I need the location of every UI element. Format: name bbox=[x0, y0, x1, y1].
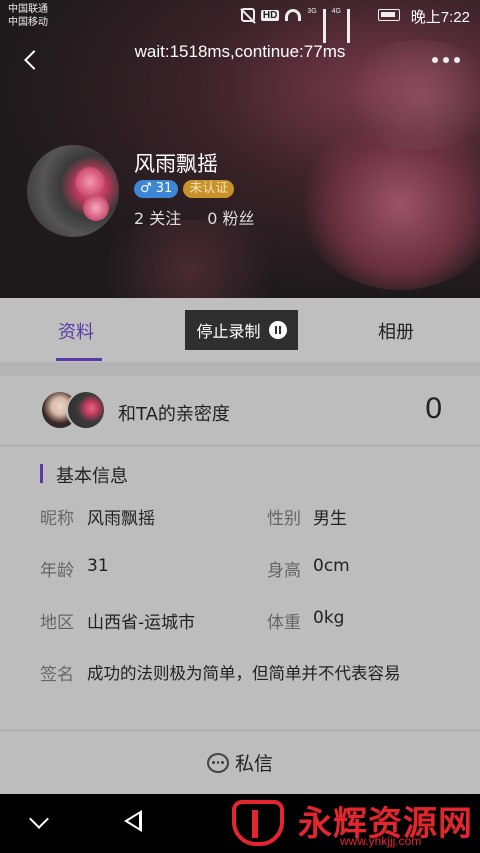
intimacy-label: 和TA的亲密度 bbox=[118, 404, 230, 425]
region-value: 山西省-运城市 bbox=[87, 613, 196, 633]
wifi-icon bbox=[285, 9, 302, 21]
section-title: 基本信息 bbox=[56, 466, 128, 487]
avatar[interactable] bbox=[27, 145, 119, 237]
mute-icon bbox=[240, 8, 255, 22]
verify-status-badge: 未认证 bbox=[183, 180, 235, 198]
watermark-url: www.yhkjjj.com bbox=[340, 834, 422, 848]
height-label: 身高 bbox=[267, 561, 301, 581]
stop-recording-label: 停止录制 bbox=[196, 322, 261, 341]
pause-icon bbox=[268, 321, 287, 339]
status-bar: 中国联通 中国移动 HD 3G 4G 晚上7:22 bbox=[0, 0, 480, 43]
nav-back-icon[interactable] bbox=[124, 810, 142, 832]
signature-label: 签名 bbox=[40, 665, 74, 685]
nickname-label: 昵称 bbox=[40, 509, 74, 529]
more-button[interactable] bbox=[432, 55, 462, 65]
gender-label: 性别 bbox=[267, 509, 301, 529]
weight-label: 体重 bbox=[267, 613, 301, 633]
weight-value: 0kg bbox=[313, 608, 345, 628]
carrier-1: 中国联通 bbox=[8, 4, 48, 15]
watermark-logo-icon bbox=[232, 800, 284, 846]
height-value: 0cm bbox=[313, 556, 350, 576]
active-tab-indicator bbox=[56, 358, 102, 361]
stop-recording-button[interactable]: 停止录制 bbox=[185, 310, 298, 350]
signature-value: 成功的法则极为简单，但简单并不代表容易 bbox=[87, 664, 401, 683]
age-label: 年龄 bbox=[40, 561, 74, 581]
age-value: 31 bbox=[87, 556, 109, 576]
section-title-accent bbox=[40, 464, 43, 483]
gender-age-badge: ♂ 31 bbox=[134, 180, 179, 198]
hd-icon: HD bbox=[260, 9, 280, 21]
private-message-label: 私信 bbox=[234, 753, 273, 775]
signal-icon-2 bbox=[347, 8, 350, 43]
battery-icon bbox=[378, 9, 400, 21]
intimacy-value: 0 bbox=[425, 392, 442, 425]
profile-name: 风雨飘摇 bbox=[134, 152, 218, 176]
watermark: 永辉资源网 www.yhkjjj.com bbox=[228, 794, 480, 853]
gender-value: 男生 bbox=[313, 509, 347, 529]
intimacy-row[interactable]: 和TA的亲密度 0 bbox=[0, 376, 480, 446]
section-divider bbox=[0, 362, 480, 376]
debug-timing-text: wait:1518ms,continue:77ms bbox=[134, 42, 346, 61]
nickname-value: 风雨飘摇 bbox=[87, 509, 155, 529]
following-count[interactable]: 2 关注 bbox=[134, 205, 181, 229]
their-avatar bbox=[66, 390, 106, 430]
chat-bubble-icon bbox=[206, 752, 229, 773]
carrier-info: 中国联通 中国移动 bbox=[8, 3, 48, 29]
fans-count[interactable]: 0 粉丝 bbox=[207, 205, 254, 229]
status-time: 晚上7:22 bbox=[410, 9, 470, 26]
network-type-2: 4G bbox=[331, 8, 341, 15]
carrier-2: 中国移动 bbox=[8, 17, 48, 28]
region-label: 地区 bbox=[40, 613, 74, 633]
tab-profile-info[interactable]: 资料 bbox=[58, 318, 94, 344]
signal-icon-1 bbox=[322, 8, 326, 43]
network-type-1: 3G bbox=[307, 8, 317, 15]
nav-collapse-icon[interactable] bbox=[29, 809, 49, 829]
tab-album[interactable]: 相册 bbox=[378, 318, 414, 344]
private-message-button[interactable]: 私信 bbox=[0, 730, 480, 794]
